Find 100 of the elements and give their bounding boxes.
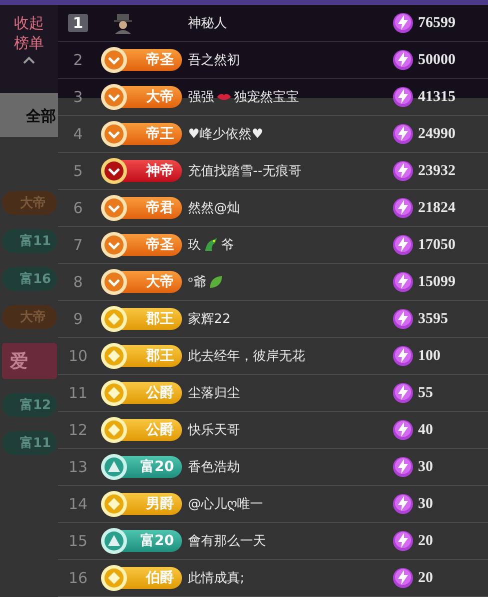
lightning-coin-icon (392, 419, 414, 441)
rank-number: 4 (73, 125, 83, 143)
level-badge: 富11 (2, 431, 58, 455)
user-name: 独宠然宝宝 (234, 89, 299, 106)
user-name: 充值找踏雪--无痕哥 (188, 163, 302, 180)
rank-number: 1 (68, 14, 88, 32)
badge-label: 帝圣 (146, 51, 174, 69)
user-name: 快乐天哥 (188, 422, 240, 439)
emblem-icon (100, 120, 128, 148)
emblem-icon (100, 490, 128, 518)
badge-label: 帝王 (146, 125, 174, 143)
badge-label: 神帝 (146, 162, 174, 180)
user-name: 尘落归尘 (188, 385, 240, 402)
rank-number: 16 (68, 569, 88, 587)
emblem-icon (100, 305, 128, 333)
level-badge: 富16 (2, 267, 58, 291)
lightning-coin-icon (392, 456, 414, 478)
badge-label: 大帝 (146, 273, 174, 291)
score-value: 17050 (418, 236, 456, 254)
score-value: 3595 (418, 310, 449, 328)
rank-number: 12 (68, 421, 88, 439)
lightning-coin-icon (392, 382, 414, 404)
score-value: 23932 (418, 162, 456, 180)
score-value: 76599 (418, 14, 456, 32)
score-value: 55 (418, 384, 434, 402)
user-name: 家辉22 (188, 311, 231, 328)
caret-up-icon (23, 56, 35, 64)
emblem-icon (100, 416, 128, 444)
badge-label: 帝君 (146, 199, 174, 217)
badge-label: 郡王 (146, 347, 174, 365)
avatar-tile: 爱 (2, 343, 58, 379)
score-value: 20 (418, 570, 434, 586)
lips-icon (216, 92, 232, 102)
rank-number: 2 (73, 51, 83, 69)
emblem-icon (100, 46, 128, 74)
score-value: 15099 (418, 274, 456, 290)
score-value: 40 (418, 422, 434, 438)
emblem-icon (100, 268, 128, 296)
lightning-coin-icon (392, 271, 414, 293)
rank-number: 15 (68, 532, 88, 550)
user-name: 玖 (188, 237, 201, 254)
badge-label: 伯爵 (146, 569, 174, 587)
lightning-coin-icon (392, 493, 414, 515)
lightning-coin-icon (392, 530, 414, 552)
emblem-icon (100, 157, 128, 185)
badge-label: 富20 (140, 532, 174, 550)
emblem-icon (100, 342, 128, 370)
collapse-leaderboard-button[interactable]: 收起榜单 (0, 5, 58, 93)
emblem-icon (100, 83, 128, 111)
lightning-coin-icon (392, 308, 414, 330)
lightning-coin-icon (392, 12, 414, 34)
lightning-coin-icon (392, 49, 414, 71)
lightning-coin-icon (392, 345, 414, 367)
rank-number: 13 (68, 458, 88, 476)
score-value: 21824 (418, 200, 456, 216)
lightning-coin-icon (392, 234, 414, 256)
badge-label: 公爵 (146, 421, 174, 439)
user-name: 强强 (188, 89, 214, 106)
user-name: 吾之然初 (188, 52, 240, 69)
badge-label: 帝圣 (146, 236, 174, 254)
lightning-coin-icon (392, 160, 414, 182)
badge-label: 富20 (140, 458, 174, 476)
user-name: 此去经年，彼岸无花 (188, 348, 305, 365)
hat-figure-icon (112, 12, 134, 34)
user-name: ♥峰少依然♥ (188, 126, 264, 143)
badge-label: 大帝 (146, 88, 174, 106)
rank-number: 11 (68, 384, 88, 402)
user-name: 然然@灿 (188, 200, 240, 217)
badge-label: 男爵 (146, 495, 174, 513)
user-name: 神秘人 (188, 15, 227, 32)
rank-number: 6 (73, 199, 83, 217)
badge-label: 郡王 (146, 310, 174, 328)
lightning-coin-icon (392, 197, 414, 219)
rank-number: 9 (73, 310, 83, 328)
user-name: 此情成真; (188, 570, 244, 587)
user-name: 香色浩劫 (188, 459, 240, 476)
emblem-icon (100, 379, 128, 407)
score-value: 100 (418, 348, 442, 364)
rank-number: 7 (73, 236, 83, 254)
leaf-icon (208, 274, 224, 290)
rank-number: 3 (73, 88, 83, 106)
score-value: 50000 (418, 52, 456, 68)
user-name: 會有那么一天 (188, 533, 266, 550)
score-value: 20 (418, 532, 434, 550)
lightning-coin-icon (392, 123, 414, 145)
emblem-icon (100, 527, 128, 555)
badge-label: 公爵 (146, 384, 174, 402)
user-name: 爷 (221, 237, 234, 254)
rank-number: 10 (68, 347, 88, 365)
user-name: ᵒ爺 (188, 274, 206, 291)
user-name: @心儿ღ唯一 (188, 496, 264, 513)
emblem-icon (100, 564, 128, 592)
score-value: 24990 (418, 126, 456, 142)
level-badge: 富12 (2, 393, 58, 417)
emblem-icon (100, 231, 128, 259)
lightning-coin-icon (392, 86, 414, 108)
rank-number: 14 (68, 495, 88, 513)
lightning-coin-icon (392, 567, 414, 589)
level-badge: 富11 (2, 229, 58, 253)
rank-number: 5 (73, 162, 83, 180)
